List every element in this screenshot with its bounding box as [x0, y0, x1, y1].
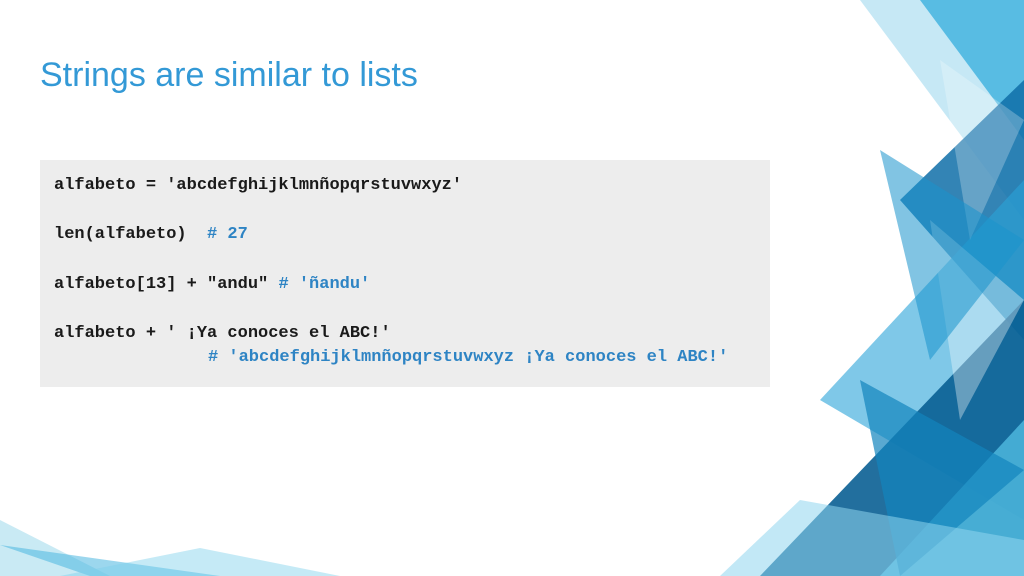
code-comment-3: # 'ñandu'	[278, 275, 370, 294]
code-comment-2: # 27	[207, 225, 248, 244]
code-line-3: alfabeto[13] + "andu"	[54, 275, 278, 294]
code-block: alfabeto = 'abcdefghijklmnñopqrstuvwxyz'…	[40, 160, 770, 387]
code-line-4: alfabeto + ' ¡Ya conoces el ABC!'	[54, 324, 391, 343]
slide-title: Strings are similar to lists	[40, 56, 418, 95]
code-line-1: alfabeto = 'abcdefghijklmnñopqrstuvwxyz'	[54, 176, 462, 195]
code-line-2: len(alfabeto)	[54, 225, 207, 244]
code-comment-5: # 'abcdefghijklmnñopqrstuvwxyz ¡Ya conoc…	[208, 348, 728, 367]
